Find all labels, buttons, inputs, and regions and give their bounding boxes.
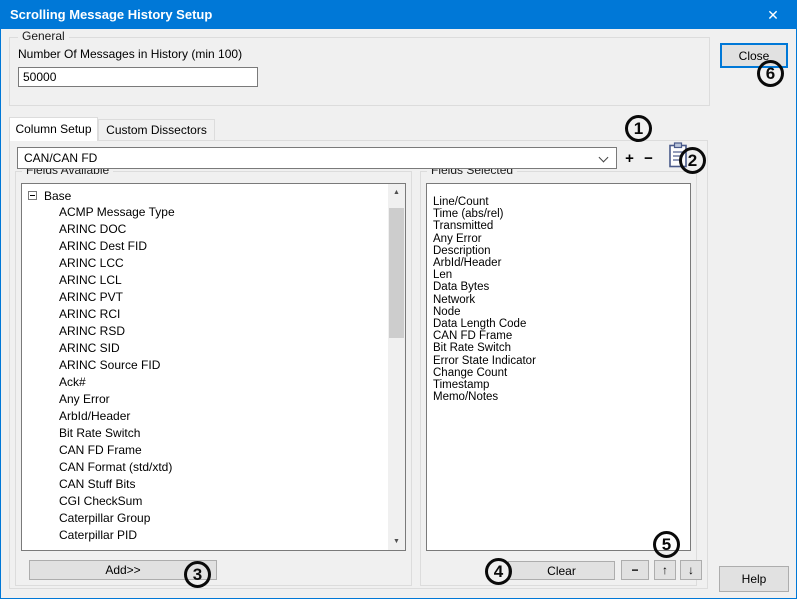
selected-field-item[interactable]: Time (abs/rel) (433, 208, 690, 220)
selected-field-item[interactable]: Error State Indicator (433, 355, 690, 367)
add-protocol-button[interactable]: + (621, 150, 638, 167)
tree-item[interactable]: CGI CheckSum (22, 493, 388, 510)
tree-item[interactable]: ARINC Dest FID (22, 238, 388, 255)
tree-item[interactable]: ARINC Source FID (22, 357, 388, 374)
fields-available-scrollbar[interactable]: ▲ ▼ (388, 184, 405, 550)
selected-field-item[interactable]: Bit Rate Switch (433, 342, 690, 354)
selected-field-item[interactable]: Data Length Code (433, 318, 690, 330)
selected-field-item[interactable]: ArbId/Header (433, 257, 690, 269)
tree-item[interactable]: CAN Format (std/xtd) (22, 459, 388, 476)
tree-item[interactable]: CAN FD Frame (22, 442, 388, 459)
selected-field-item[interactable]: Network (433, 294, 690, 306)
tree-root-label: Base (44, 189, 71, 203)
messages-history-input[interactable] (18, 67, 258, 87)
collapse-icon[interactable] (28, 191, 37, 200)
scroll-down-icon[interactable]: ▼ (388, 533, 405, 550)
chevron-down-icon (599, 153, 609, 163)
tree-item[interactable]: Caterpillar Group (22, 510, 388, 527)
scrollbar-thumb[interactable] (389, 208, 404, 338)
clear-button[interactable]: Clear (508, 561, 615, 580)
tree-item[interactable]: CAN Stuff Bits (22, 476, 388, 493)
protocol-dropdown-value: CAN/CAN FD (24, 151, 97, 165)
annotation-1: 1 (625, 115, 652, 142)
selected-field-item[interactable]: Transmitted (433, 220, 690, 232)
tree-item[interactable]: ARINC PVT (22, 289, 388, 306)
scroll-up-icon[interactable]: ▲ (388, 184, 405, 201)
selected-field-item[interactable]: Data Bytes (433, 281, 690, 293)
tree-item[interactable]: ARINC LCC (22, 255, 388, 272)
general-group-label: General (18, 29, 69, 43)
tab-custom-dissectors[interactable]: Custom Dissectors (98, 119, 215, 140)
help-button[interactable]: Help (719, 566, 789, 592)
selected-field-item[interactable]: Any Error (433, 233, 690, 245)
tree-item[interactable]: ARINC RSD (22, 323, 388, 340)
tree-item[interactable]: ACMP Message Type (22, 204, 388, 221)
tree-node-base[interactable]: Base (22, 187, 388, 204)
title-bar: Scrolling Message History Setup ✕ (1, 1, 796, 29)
selected-field-item[interactable]: Description (433, 245, 690, 257)
tree-children: ACMP Message TypeARINC DOCARINC Dest FID… (22, 204, 388, 544)
selected-field-item[interactable]: Memo/Notes (433, 391, 690, 403)
move-down-button[interactable]: ↓ (680, 560, 702, 580)
annotation-5: 5 (653, 531, 680, 558)
annotation-6: 6 (757, 60, 784, 87)
tree-item[interactable]: Ack# (22, 374, 388, 391)
tree-item[interactable]: Any Error (22, 391, 388, 408)
messages-history-label: Number Of Messages in History (min 100) (18, 47, 242, 61)
tree-item[interactable]: ArbId/Header (22, 408, 388, 425)
tree-item[interactable]: Bit Rate Switch (22, 425, 388, 442)
annotation-4: 4 (485, 558, 512, 585)
selected-field-item[interactable]: Node (433, 306, 690, 318)
dialog-scrolling-message-history-setup: Scrolling Message History Setup ✕ Genera… (0, 0, 797, 599)
selected-field-item[interactable]: Len (433, 269, 690, 281)
remove-field-button[interactable]: − (621, 560, 649, 580)
selected-field-item[interactable]: Change Count (433, 367, 690, 379)
close-x-icon[interactable]: ✕ (750, 1, 796, 29)
tab-column-setup[interactable]: Column Setup (9, 117, 98, 141)
tree-item[interactable]: ARINC DOC (22, 221, 388, 238)
selected-field-item[interactable]: Timestamp (433, 379, 690, 391)
selected-field-item[interactable]: Line/Count (433, 196, 690, 208)
annotation-3: 3 (184, 561, 211, 588)
tree-item[interactable]: ARINC RCI (22, 306, 388, 323)
general-group: General Number Of Messages in History (m… (9, 37, 710, 106)
fields-available-list[interactable]: Base ACMP Message TypeARINC DOCARINC Des… (21, 183, 406, 551)
window-title: Scrolling Message History Setup (10, 1, 212, 29)
remove-protocol-button[interactable]: − (640, 150, 657, 167)
annotation-2: 2 (679, 147, 706, 174)
fields-selected-list[interactable]: Line/CountTime (abs/rel)TransmittedAny E… (426, 183, 691, 551)
tree-item[interactable]: ARINC LCL (22, 272, 388, 289)
fields-available-tree: Base ACMP Message TypeARINC DOCARINC Des… (22, 187, 388, 544)
selected-field-item[interactable]: CAN FD Frame (433, 330, 690, 342)
tree-item[interactable]: ARINC SID (22, 340, 388, 357)
tree-item[interactable]: Caterpillar PID (22, 527, 388, 544)
move-up-button[interactable]: ↑ (654, 560, 676, 580)
protocol-dropdown[interactable]: CAN/CAN FD (17, 147, 617, 169)
